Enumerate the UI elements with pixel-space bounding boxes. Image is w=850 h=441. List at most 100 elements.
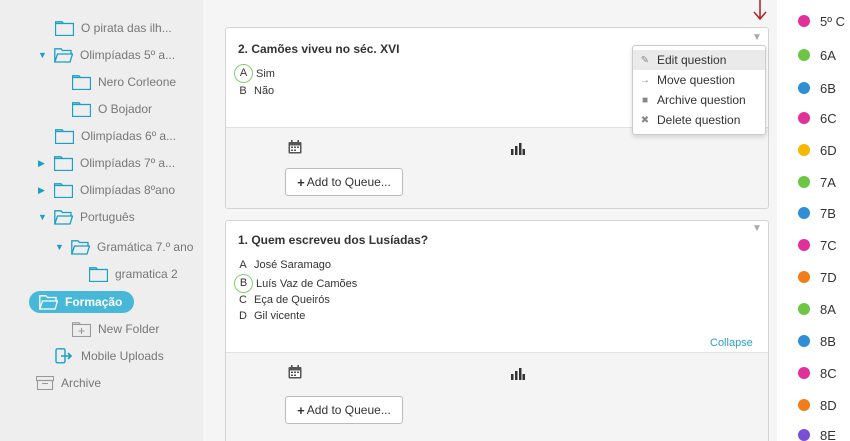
expanded-triangle-icon[interactable]: ▼ bbox=[38, 50, 48, 60]
menu-item-edit-question[interactable]: ✎ Edit question bbox=[633, 50, 765, 70]
class-item[interactable]: 7B bbox=[798, 204, 836, 222]
class-item[interactable]: 6C bbox=[798, 109, 837, 127]
answer-text: Sim bbox=[256, 67, 275, 80]
expanded-triangle-icon[interactable]: ▼ bbox=[38, 212, 48, 222]
new-folder-icon bbox=[72, 321, 91, 337]
class-label: 8A bbox=[820, 301, 836, 317]
add-to-queue-button[interactable]: + Add to Queue... bbox=[285, 396, 403, 424]
button-label: Add to Queue... bbox=[306, 403, 391, 417]
sidebar-item-o-pirata[interactable]: O pirata das ilh... bbox=[55, 17, 172, 39]
folder-sidebar: O pirata das ilh... ▼ Olimpíadas 5º a...… bbox=[0, 0, 204, 441]
sidebar-item-label: Nero Corleone bbox=[98, 75, 177, 89]
class-item[interactable]: 6D bbox=[798, 141, 837, 159]
answer-text: Luís Vaz de Camões bbox=[256, 277, 358, 290]
plus-icon: + bbox=[297, 174, 305, 190]
chevron-down-icon[interactable]: ▼ bbox=[752, 223, 762, 234]
sidebar-item-label: Olimpíadas 6º a... bbox=[81, 129, 177, 143]
collapsed-triangle-icon[interactable]: ▶ bbox=[38, 185, 48, 196]
class-item[interactable]: 7A bbox=[798, 173, 836, 191]
calendar-icon[interactable] bbox=[288, 140, 302, 159]
class-color-dot bbox=[798, 303, 810, 315]
class-label: 8C bbox=[820, 365, 837, 381]
class-item[interactable]: 6B bbox=[798, 79, 836, 97]
menu-item-archive-question[interactable]: ■ Archive question bbox=[633, 90, 765, 110]
sidebar-item-olimpiadas-6[interactable]: Olimpíadas 6º a... bbox=[55, 125, 176, 147]
menu-item-delete-question[interactable]: ✖ Delete question bbox=[633, 110, 765, 130]
sidebar-item-mobile-uploads[interactable]: Mobile Uploads bbox=[55, 345, 164, 367]
folder-open-icon bbox=[39, 294, 58, 310]
class-list: 5º C 6A 6B 6C 6D 7A 7B 7C 7D 8A 8B 8C 8D… bbox=[777, 0, 850, 441]
folder-icon bbox=[54, 155, 73, 171]
question-title: 2. Camões viveu no séc. XVI bbox=[238, 42, 400, 56]
class-item[interactable]: 8C bbox=[798, 364, 837, 382]
class-label: 8B bbox=[820, 333, 836, 349]
class-color-dot bbox=[798, 176, 810, 188]
answer-option: B Não bbox=[238, 85, 274, 97]
class-color-dot bbox=[798, 112, 810, 124]
question-options-menu: ✎ Edit question → Move question ■ Archiv… bbox=[632, 45, 766, 135]
sidebar-item-gramatica-2[interactable]: gramatica 2 bbox=[89, 263, 178, 285]
folder-icon bbox=[89, 266, 108, 282]
sidebar-item-gramatica-7[interactable]: ▼ Gramática 7.º ano bbox=[55, 236, 193, 258]
menu-item-label: Move question bbox=[657, 73, 736, 87]
class-color-dot bbox=[798, 207, 810, 219]
pencil-icon: ✎ bbox=[640, 54, 650, 66]
sidebar-item-new-folder[interactable]: New Folder bbox=[72, 318, 159, 340]
answer-letter: C bbox=[239, 294, 247, 306]
class-item[interactable]: 8B bbox=[798, 332, 836, 350]
sidebar-item-label: Mobile Uploads bbox=[81, 349, 164, 363]
class-item[interactable]: 8A bbox=[798, 300, 836, 318]
folder-icon bbox=[54, 182, 73, 198]
menu-item-move-question[interactable]: → Move question bbox=[633, 70, 765, 90]
folder-open-icon bbox=[54, 47, 73, 63]
sidebar-item-nero-corleone[interactable]: Nero Corleone bbox=[72, 71, 176, 93]
class-item[interactable]: 5º C bbox=[798, 12, 845, 30]
class-label: 8D bbox=[820, 397, 837, 413]
sidebar-item-olimpiadas-5[interactable]: ▼ Olimpíadas 5º a... bbox=[38, 44, 175, 66]
answer-option: D Gil vicente bbox=[238, 310, 305, 322]
class-item[interactable]: 8E bbox=[798, 426, 836, 441]
sidebar-item-label: Olimpíadas 8ºano bbox=[80, 183, 176, 197]
collapsed-triangle-icon[interactable]: ▶ bbox=[38, 158, 48, 169]
calendar-icon[interactable] bbox=[288, 365, 302, 384]
class-color-dot bbox=[798, 429, 810, 441]
question-footer: + Add to Queue... bbox=[226, 352, 768, 441]
sidebar-item-formacao[interactable]: Formação bbox=[29, 291, 135, 313]
class-label: 7B bbox=[820, 205, 836, 221]
sidebar-item-portugues[interactable]: ▼ Português bbox=[38, 206, 135, 228]
bar-chart-icon[interactable] bbox=[511, 367, 525, 385]
answer-option: A José Saramago bbox=[238, 259, 331, 271]
class-color-dot bbox=[798, 367, 810, 379]
folder-icon bbox=[55, 20, 74, 36]
x-icon: ✖ bbox=[640, 114, 650, 126]
expanded-triangle-icon[interactable]: ▼ bbox=[55, 242, 65, 252]
class-item[interactable]: 6A bbox=[798, 46, 836, 64]
add-to-queue-button[interactable]: + Add to Queue... bbox=[285, 168, 403, 196]
class-item[interactable]: 8D bbox=[798, 396, 837, 414]
chevron-down-icon[interactable]: ▼ bbox=[752, 32, 762, 43]
class-item[interactable]: 7D bbox=[798, 268, 837, 286]
answer-letter: D bbox=[239, 310, 247, 322]
menu-item-label: Edit question bbox=[657, 53, 727, 67]
class-label: 6B bbox=[820, 80, 836, 96]
sidebar-item-o-bojador[interactable]: O Bojador bbox=[72, 98, 152, 120]
sidebar-item-label: Olimpíadas 5º a... bbox=[80, 48, 176, 62]
class-item[interactable]: 7C bbox=[798, 236, 837, 254]
class-color-dot bbox=[798, 144, 810, 156]
class-color-dot bbox=[798, 335, 810, 347]
sidebar-item-label: Archive bbox=[61, 376, 102, 390]
sidebar-item-olimpiadas-7[interactable]: ▶ Olimpíadas 7º a... bbox=[38, 152, 175, 174]
sidebar-item-archive[interactable]: Archive bbox=[36, 372, 101, 394]
menu-item-label: Delete question bbox=[657, 113, 741, 127]
class-label: 7C bbox=[820, 237, 837, 253]
folder-icon bbox=[72, 101, 91, 117]
collapse-link[interactable]: Collapse bbox=[710, 337, 753, 349]
class-label: 5º C bbox=[820, 13, 845, 29]
sidebar-item-olimpiadas-8[interactable]: ▶ Olimpíadas 8ºano bbox=[38, 179, 175, 201]
archive-icon bbox=[36, 376, 54, 390]
class-color-dot bbox=[798, 82, 810, 94]
folder-icon bbox=[72, 74, 91, 90]
bar-chart-icon[interactable] bbox=[511, 142, 525, 160]
answer-text: Não bbox=[254, 85, 275, 97]
class-label: 7D bbox=[820, 269, 837, 285]
